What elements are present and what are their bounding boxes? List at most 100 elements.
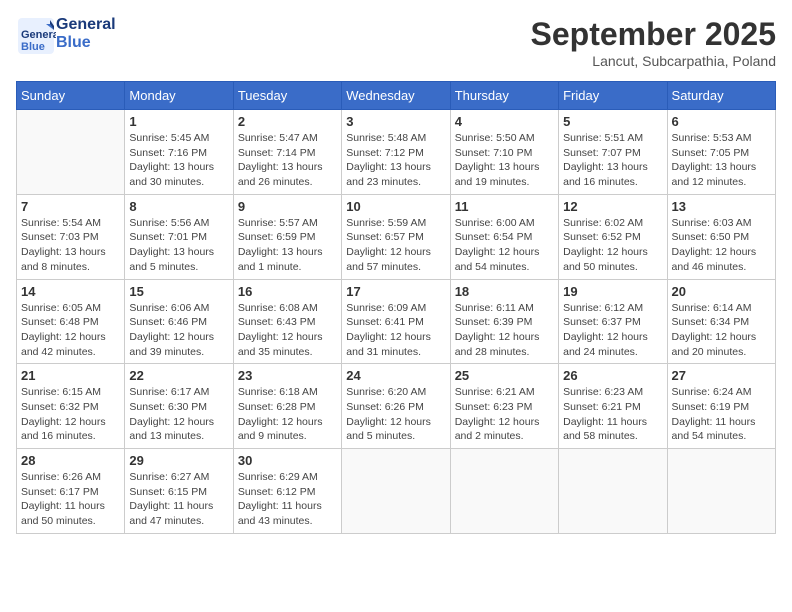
day-number: 4 bbox=[455, 114, 554, 129]
calendar-cell: 19Sunrise: 6:12 AMSunset: 6:37 PMDayligh… bbox=[559, 279, 667, 364]
month-title: September 2025 bbox=[531, 16, 776, 53]
calendar-cell bbox=[667, 449, 775, 534]
calendar-cell: 22 Sunrise: 6:17 AMSunset: 6:30 PMDayligh… bbox=[125, 364, 233, 449]
calendar-cell: 27Sunrise: 6:24 AMSunset: 6:19 PMDayligh… bbox=[667, 364, 775, 449]
calendar-cell: 9 Sunrise: 5:57 AMSunset: 6:59 PMDaylight… bbox=[233, 194, 341, 279]
day-number: 9 bbox=[238, 199, 337, 214]
calendar-cell: 17 Sunrise: 6:09 AMSunset: 6:41 PMDayligh… bbox=[342, 279, 450, 364]
day-detail: Sunrise: 5:45 AMSunset: 7:16 PMDaylight:… bbox=[129, 131, 228, 190]
calendar-cell: 28 Sunrise: 6:26 AMSunset: 6:17 PMDayligh… bbox=[17, 449, 125, 534]
day-detail: Sunrise: 5:53 AMSunset: 7:05 PMDaylight:… bbox=[672, 131, 771, 190]
calendar-cell: 14 Sunrise: 6:05 AMSunset: 6:48 PMDayligh… bbox=[17, 279, 125, 364]
calendar-cell: 29Sunrise: 6:27 AMSunset: 6:15 PMDayligh… bbox=[125, 449, 233, 534]
day-detail: Sunrise: 5:47 AMSunset: 7:14 PMDaylight:… bbox=[238, 131, 337, 190]
day-number: 22 bbox=[129, 368, 228, 383]
day-detail: Sunrise: 6:17 AMSunset: 6:30 PMDaylight:… bbox=[129, 385, 228, 444]
calendar-cell bbox=[559, 449, 667, 534]
weekday-header-monday: Monday bbox=[125, 82, 233, 110]
calendar-week-row: 21Sunrise: 6:15 AMSunset: 6:32 PMDayligh… bbox=[17, 364, 776, 449]
day-detail: Sunrise: 6:06 AMSunset: 6:46 PMDaylight:… bbox=[129, 301, 228, 360]
day-detail: Sunrise: 5:51 AMSunset: 7:07 PMDaylight:… bbox=[563, 131, 662, 190]
day-number: 30 bbox=[238, 453, 337, 468]
day-detail: Sunrise: 6:08 AMSunset: 6:43 PMDaylight:… bbox=[238, 301, 337, 360]
day-detail: Sunrise: 6:24 AMSunset: 6:19 PMDaylight:… bbox=[672, 385, 771, 444]
day-detail: Sunrise: 6:26 AMSunset: 6:17 PMDaylight:… bbox=[21, 470, 120, 529]
day-detail: Sunrise: 6:03 AMSunset: 6:50 PMDaylight:… bbox=[672, 216, 771, 275]
calendar-cell: 30 Sunrise: 6:29 AMSunset: 6:12 PMDayligh… bbox=[233, 449, 341, 534]
day-number: 16 bbox=[238, 284, 337, 299]
day-number: 3 bbox=[346, 114, 445, 129]
calendar-cell: 16 Sunrise: 6:08 AMSunset: 6:43 PMDayligh… bbox=[233, 279, 341, 364]
day-detail: Sunrise: 6:27 AMSunset: 6:15 PMDaylight:… bbox=[129, 470, 228, 529]
day-number: 5 bbox=[563, 114, 662, 129]
day-detail: Sunrise: 5:54 AMSunset: 7:03 PMDaylight:… bbox=[21, 216, 120, 275]
calendar-cell: 3 Sunrise: 5:48 AMSunset: 7:12 PMDaylight… bbox=[342, 110, 450, 195]
day-number: 14 bbox=[21, 284, 120, 299]
weekday-header-sunday: Sunday bbox=[17, 82, 125, 110]
calendar-cell: 5 Sunrise: 5:51 AMSunset: 7:07 PMDaylight… bbox=[559, 110, 667, 195]
day-detail: Sunrise: 6:12 AMSunset: 6:37 PMDaylight:… bbox=[563, 301, 662, 360]
calendar-cell bbox=[450, 449, 558, 534]
day-detail: Sunrise: 6:21 AMSunset: 6:23 PMDaylight:… bbox=[455, 385, 554, 444]
day-number: 17 bbox=[346, 284, 445, 299]
calendar-cell: 10 Sunrise: 5:59 AMSunset: 6:57 PMDayligh… bbox=[342, 194, 450, 279]
weekday-header-saturday: Saturday bbox=[667, 82, 775, 110]
calendar-cell: 13Sunrise: 6:03 AMSunset: 6:50 PMDayligh… bbox=[667, 194, 775, 279]
day-number: 28 bbox=[21, 453, 120, 468]
logo-icon: General Blue bbox=[16, 16, 52, 52]
calendar-cell: 18Sunrise: 6:11 AMSunset: 6:39 PMDayligh… bbox=[450, 279, 558, 364]
calendar-cell: 6 Sunrise: 5:53 AMSunset: 7:05 PMDaylight… bbox=[667, 110, 775, 195]
day-detail: Sunrise: 5:56 AMSunset: 7:01 PMDaylight:… bbox=[129, 216, 228, 275]
day-number: 26 bbox=[563, 368, 662, 383]
day-detail: Sunrise: 5:59 AMSunset: 6:57 PMDaylight:… bbox=[346, 216, 445, 275]
day-detail: Sunrise: 5:48 AMSunset: 7:12 PMDaylight:… bbox=[346, 131, 445, 190]
day-number: 18 bbox=[455, 284, 554, 299]
calendar-cell: 2Sunrise: 5:47 AMSunset: 7:14 PMDaylight… bbox=[233, 110, 341, 195]
day-number: 23 bbox=[238, 368, 337, 383]
svg-text:General: General bbox=[21, 29, 56, 41]
weekday-header-row: SundayMondayTuesdayWednesdayThursdayFrid… bbox=[17, 82, 776, 110]
day-number: 11 bbox=[455, 199, 554, 214]
calendar-cell bbox=[17, 110, 125, 195]
day-number: 6 bbox=[672, 114, 771, 129]
calendar-cell: 25 Sunrise: 6:21 AMSunset: 6:23 PMDayligh… bbox=[450, 364, 558, 449]
title-block: September 2025 Lancut, Subcarpathia, Pol… bbox=[531, 16, 776, 69]
calendar-table: SundayMondayTuesdayWednesdayThursdayFrid… bbox=[16, 81, 776, 534]
day-detail: Sunrise: 6:29 AMSunset: 6:12 PMDaylight:… bbox=[238, 470, 337, 529]
day-number: 21 bbox=[21, 368, 120, 383]
day-detail: Sunrise: 6:20 AMSunset: 6:26 PMDaylight:… bbox=[346, 385, 445, 444]
weekday-header-tuesday: Tuesday bbox=[233, 82, 341, 110]
day-number: 7 bbox=[21, 199, 120, 214]
calendar-cell: 20Sunrise: 6:14 AMSunset: 6:34 PMDayligh… bbox=[667, 279, 775, 364]
day-detail: Sunrise: 5:57 AMSunset: 6:59 PMDaylight:… bbox=[238, 216, 337, 275]
day-detail: Sunrise: 6:09 AMSunset: 6:41 PMDaylight:… bbox=[346, 301, 445, 360]
calendar-week-row: 7 Sunrise: 5:54 AMSunset: 7:03 PMDaylight… bbox=[17, 194, 776, 279]
calendar-cell: 11 Sunrise: 6:00 AMSunset: 6:54 PMDayligh… bbox=[450, 194, 558, 279]
calendar-week-row: 1Sunrise: 5:45 AMSunset: 7:16 PMDaylight… bbox=[17, 110, 776, 195]
calendar-cell: 4 Sunrise: 5:50 AMSunset: 7:10 PMDaylight… bbox=[450, 110, 558, 195]
calendar-week-row: 14 Sunrise: 6:05 AMSunset: 6:48 PMDayligh… bbox=[17, 279, 776, 364]
calendar-cell: 7 Sunrise: 5:54 AMSunset: 7:03 PMDaylight… bbox=[17, 194, 125, 279]
day-detail: Sunrise: 6:18 AMSunset: 6:28 PMDaylight:… bbox=[238, 385, 337, 444]
calendar-cell: 1Sunrise: 5:45 AMSunset: 7:16 PMDaylight… bbox=[125, 110, 233, 195]
day-detail: Sunrise: 6:02 AMSunset: 6:52 PMDaylight:… bbox=[563, 216, 662, 275]
page-header: General Blue General Blue September 2025… bbox=[16, 16, 776, 69]
day-number: 24 bbox=[346, 368, 445, 383]
logo-text: General Blue bbox=[56, 16, 116, 51]
day-detail: Sunrise: 6:00 AMSunset: 6:54 PMDaylight:… bbox=[455, 216, 554, 275]
calendar-cell: 8 Sunrise: 5:56 AMSunset: 7:01 PMDaylight… bbox=[125, 194, 233, 279]
location-text: Lancut, Subcarpathia, Poland bbox=[531, 53, 776, 69]
day-number: 12 bbox=[563, 199, 662, 214]
weekday-header-friday: Friday bbox=[559, 82, 667, 110]
day-number: 20 bbox=[672, 284, 771, 299]
day-number: 8 bbox=[129, 199, 228, 214]
day-detail: Sunrise: 5:50 AMSunset: 7:10 PMDaylight:… bbox=[455, 131, 554, 190]
svg-text:Blue: Blue bbox=[21, 41, 45, 53]
day-number: 25 bbox=[455, 368, 554, 383]
day-detail: Sunrise: 6:05 AMSunset: 6:48 PMDaylight:… bbox=[21, 301, 120, 360]
weekday-header-thursday: Thursday bbox=[450, 82, 558, 110]
calendar-cell: 15Sunrise: 6:06 AMSunset: 6:46 PMDayligh… bbox=[125, 279, 233, 364]
weekday-header-wednesday: Wednesday bbox=[342, 82, 450, 110]
calendar-cell: 26Sunrise: 6:23 AMSunset: 6:21 PMDayligh… bbox=[559, 364, 667, 449]
day-number: 10 bbox=[346, 199, 445, 214]
